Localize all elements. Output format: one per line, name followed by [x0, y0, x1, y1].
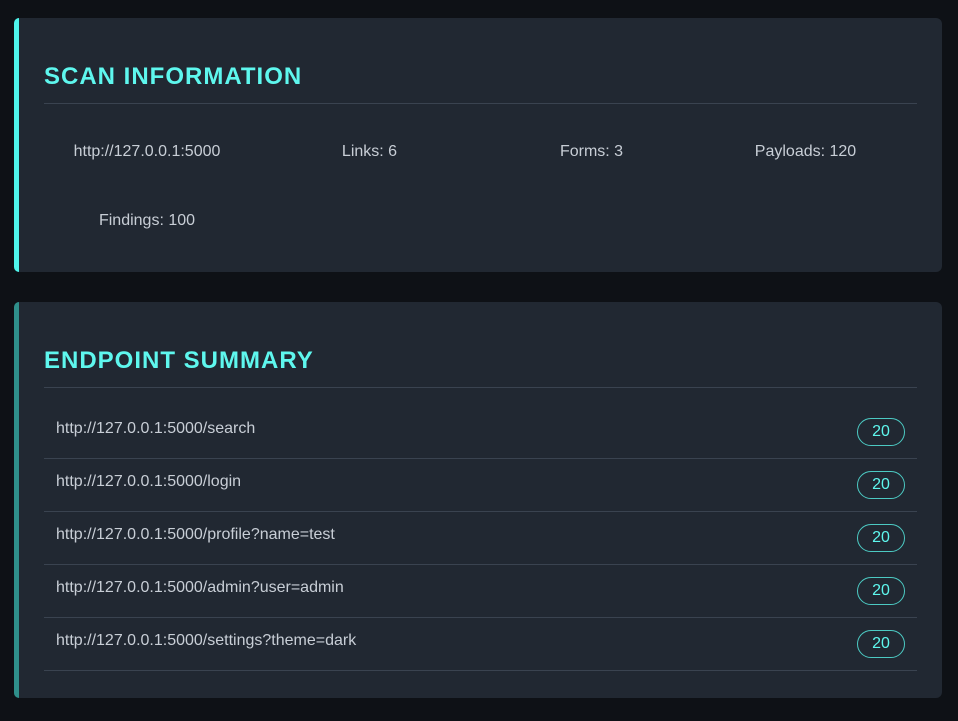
endpoint-url: http://127.0.0.1:5000/login	[56, 473, 242, 490]
endpoint-url: http://127.0.0.1:5000/search	[56, 420, 256, 437]
card-accent-bar	[14, 302, 19, 698]
scan-information-title: SCAN INFORMATION	[44, 18, 917, 104]
endpoint-row: http://127.0.0.1:5000/profile?name=test …	[44, 512, 917, 565]
endpoint-row: http://127.0.0.1:5000/settings?theme=dar…	[44, 618, 917, 671]
card-accent-bar	[14, 18, 19, 272]
endpoint-url: http://127.0.0.1:5000/admin?user=admin	[56, 579, 344, 596]
links-count: Links: 6	[341, 142, 398, 160]
endpoint-list: http://127.0.0.1:5000/search 20 http://1…	[44, 406, 917, 671]
scan-information-card: SCAN INFORMATION http://127.0.0.1:5000 L…	[14, 18, 942, 272]
findings-count: Findings: 100	[98, 211, 196, 229]
endpoint-count-badge: 20	[857, 471, 905, 499]
endpoint-row: http://127.0.0.1:5000/login 20	[44, 459, 917, 512]
endpoint-count-badge: 20	[857, 630, 905, 658]
endpoint-row: http://127.0.0.1:5000/admin?user=admin 2…	[44, 565, 917, 618]
scan-target-url: http://127.0.0.1:5000	[73, 142, 221, 160]
endpoint-url: http://127.0.0.1:5000/settings?theme=dar…	[56, 632, 357, 649]
forms-count: Forms: 3	[559, 142, 624, 160]
endpoint-summary-card: ENDPOINT SUMMARY http://127.0.0.1:5000/s…	[14, 302, 942, 698]
endpoint-url: http://127.0.0.1:5000/profile?name=test	[56, 526, 335, 543]
scan-info-grid: http://127.0.0.1:5000 Links: 6 Forms: 3 …	[44, 104, 917, 255]
endpoint-row: http://127.0.0.1:5000/search 20	[44, 406, 917, 459]
endpoint-count-badge: 20	[857, 524, 905, 552]
endpoint-summary-title: ENDPOINT SUMMARY	[44, 302, 917, 388]
payloads-count: Payloads: 120	[754, 142, 857, 160]
endpoint-count-badge: 20	[857, 577, 905, 605]
endpoint-count-badge: 20	[857, 418, 905, 446]
